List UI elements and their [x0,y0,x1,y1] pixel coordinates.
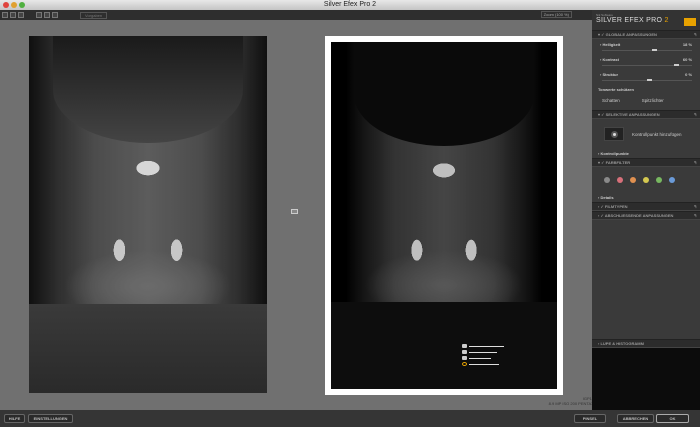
section-finishing[interactable]: › ✓ ABSCHLIESSENDE ANPASSUNGEN ↰ [592,211,700,220]
ok-button[interactable]: OK [656,414,689,423]
control-point-sliders[interactable] [462,343,504,367]
filter-blue[interactable] [669,177,675,183]
section-film-types[interactable]: › ✓ FILMTYPEN ↰ [592,202,700,211]
shadows-slider[interactable]: Schatten [602,98,620,103]
color-filter-swatches[interactable] [592,167,700,193]
add-control-point-button[interactable] [604,127,624,141]
window-title: Silver Efex Pro 2 [323,1,377,8]
brand-name: SILVER EFEX PRO [596,17,663,24]
help-button[interactable]: HILFE [4,414,25,423]
add-control-point-label: Kontrollpunkt hinzufügen [632,131,682,137]
brand-header: Nik Software SILVER EFEX PRO 2 [592,10,700,30]
title-bar: Silver Efex Pro 2 [0,0,700,10]
settings-button[interactable]: EINSTELLUNGEN [28,414,73,423]
slider-structure[interactable]: › Struktur 0 % [592,69,700,84]
original-image [29,36,267,393]
filter-red[interactable] [617,177,623,183]
layout-horizontal-icon[interactable] [52,12,58,18]
nik-logo-icon [684,18,696,26]
layout-vertical-icon[interactable] [44,12,50,18]
slider-contrast[interactable]: › Kontrast 60 % [592,54,700,69]
compare-icon[interactable] [291,209,298,214]
presets-button[interactable]: Vorgaben [80,11,108,19]
tone-protection-title: Tonwerte schützen [598,87,634,92]
reset-icon[interactable]: ↰ [694,31,697,39]
brand-version: 2 [664,17,669,24]
highlights-slider[interactable]: Spitzlichter [642,98,664,103]
layout-icon[interactable] [36,12,42,18]
section-color-filter[interactable]: ▾ ✓ FARBFILTER ↰ [592,158,700,167]
filter-green[interactable] [656,177,662,183]
brush-button[interactable]: PINSEL [574,414,606,423]
slider-brightness[interactable]: › Helligkeit 18 % [592,39,700,54]
split-view-icon[interactable] [10,12,16,18]
processed-image-frame [325,36,563,395]
minimize-icon[interactable] [11,2,17,8]
processed-image [331,42,557,389]
section-global[interactable]: ▾ ✓ GLOBALE ANPASSUNGEN ↰ [592,30,700,39]
close-icon[interactable] [3,2,9,8]
cancel-button[interactable]: ABBRECHEN [617,414,654,423]
control-points-toggle[interactable]: › Kontrollpunkte [592,149,700,158]
histogram-panel [592,348,700,410]
window-controls[interactable] [3,2,25,8]
section-loupe-histogram[interactable]: › LUPE & HISTOGRAMM [592,339,700,348]
toolbar: Vorgaben Zoom (100 %) [0,10,592,20]
filter-yellow[interactable] [643,177,649,183]
side-by-side-icon[interactable] [18,12,24,18]
control-point-icon [610,130,618,138]
filter-neutral[interactable] [604,177,610,183]
single-view-icon[interactable] [2,12,8,18]
zoom-select[interactable]: Zoom (100 %) [540,11,572,18]
bottom-bar: HILFE EINSTELLUNGEN PINSEL ABBRECHEN OK [0,410,700,427]
maximize-icon[interactable] [19,2,25,8]
filter-orange[interactable] [630,177,636,183]
section-selective[interactable]: ▾ ✓ SELEKTIVE ANPASSUNGEN ↰ [592,110,700,119]
details-toggle[interactable]: › Details [592,193,700,202]
